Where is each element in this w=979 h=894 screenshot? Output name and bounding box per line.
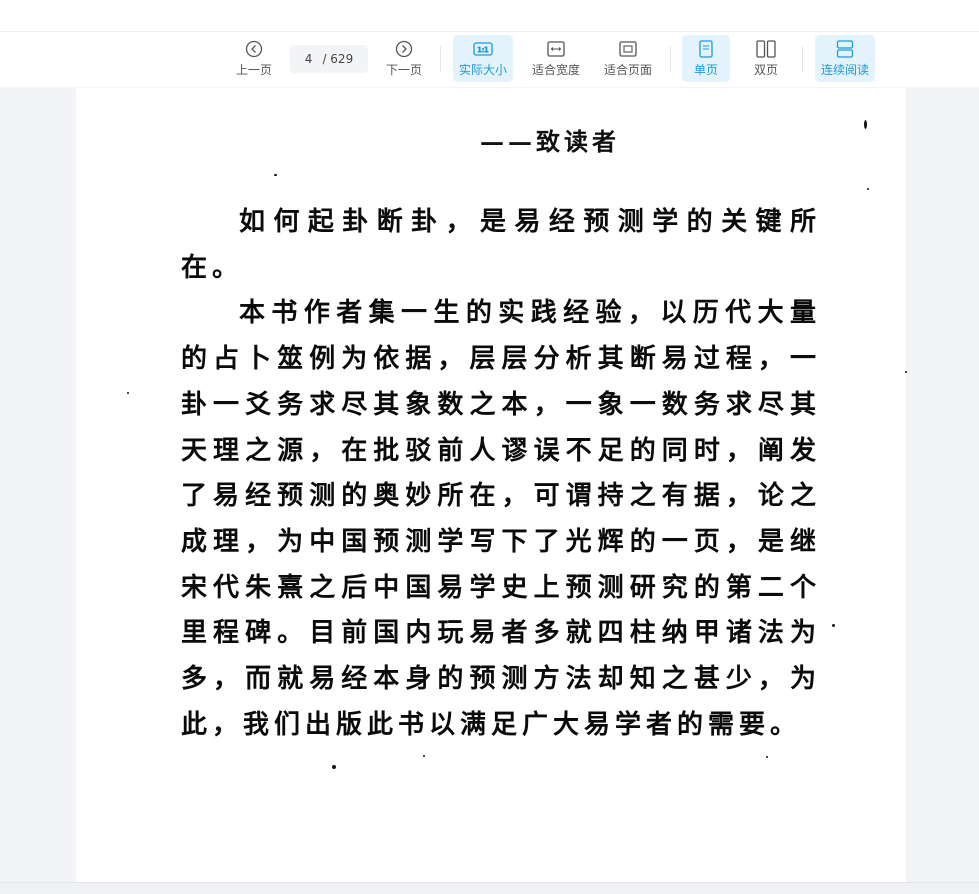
toolbar-divider — [802, 46, 803, 72]
scan-speck — [832, 624, 835, 627]
scan-speck — [127, 392, 129, 394]
page-body-text: 如何起卦断卦，是易经预测学的关键所在。 本书作者集一生的实践经验，以历代大量的占… — [181, 200, 821, 748]
fit-width-button[interactable]: 适合宽度 — [527, 35, 585, 82]
reader-toolbar: 上一页 4 / 629 下一页 1:1 实际大小 适合宽度 适合页面 单页 双页… — [0, 32, 979, 87]
actual-size-icon: 1:1 — [473, 39, 493, 59]
scan-speck — [905, 371, 907, 373]
prev-page-label: 上一页 — [235, 63, 272, 77]
chevron-left-circle-icon — [245, 39, 263, 59]
chevron-right-circle-icon — [395, 39, 413, 59]
double-page-icon — [756, 39, 776, 59]
scan-speck — [423, 755, 425, 757]
scan-speck — [332, 765, 336, 769]
continuous-reading-label: 连续阅读 — [820, 63, 869, 77]
paragraph: 本书作者集一生的实践经验，以历代大量的占卜筮例为依据，层层分析其断易过程，一卦一… — [181, 298, 821, 740]
double-page-button[interactable]: 双页 — [744, 35, 788, 82]
next-page-button[interactable]: 下一页 — [383, 35, 425, 82]
scan-speck — [259, 719, 261, 721]
next-page-label: 下一页 — [385, 63, 422, 77]
continuous-scroll-icon — [836, 39, 854, 59]
paragraph: 如何起卦断卦，是易经预测学的关键所在。 — [181, 207, 821, 283]
document-page: ——致读者 如何起卦断卦，是易经预测学的关键所在。 本书作者集一生的实践经验，以… — [76, 88, 906, 882]
total-pages-value: / 629 — [322, 52, 354, 66]
document-viewer[interactable]: ——致读者 如何起卦断卦，是易经预测学的关键所在。 本书作者集一生的实践经验，以… — [0, 88, 979, 882]
bottom-scrollbar-track[interactable] — [0, 882, 979, 894]
toolbar-divider — [670, 46, 671, 72]
scan-speck — [766, 756, 768, 758]
scan-speck — [274, 174, 277, 176]
actual-size-badge: 1:1 — [477, 46, 488, 54]
single-page-label: 单页 — [693, 63, 718, 77]
fit-page-icon — [619, 39, 637, 59]
page-number-input[interactable]: 4 / 629 — [290, 45, 368, 73]
fit-width-icon — [547, 39, 565, 59]
continuous-reading-button[interactable]: 连续阅读 — [815, 35, 875, 82]
scan-speck — [864, 120, 867, 129]
single-page-button[interactable]: 单页 — [682, 35, 730, 82]
prev-page-button[interactable]: 上一页 — [233, 35, 275, 82]
actual-size-button[interactable]: 1:1 实际大小 — [453, 35, 513, 82]
actual-size-label: 实际大小 — [458, 63, 507, 77]
single-page-icon — [698, 39, 714, 59]
page-title: ——致读者 — [480, 127, 620, 156]
current-page-value: 4 — [304, 52, 313, 66]
double-page-label: 双页 — [753, 63, 778, 77]
scan-speck — [867, 188, 869, 190]
fit-page-button[interactable]: 适合页面 — [599, 35, 657, 82]
toolbar-divider — [440, 46, 441, 72]
fit-width-label: 适合宽度 — [531, 63, 580, 77]
fit-page-label: 适合页面 — [603, 63, 652, 77]
window-top-bar — [0, 0, 979, 32]
